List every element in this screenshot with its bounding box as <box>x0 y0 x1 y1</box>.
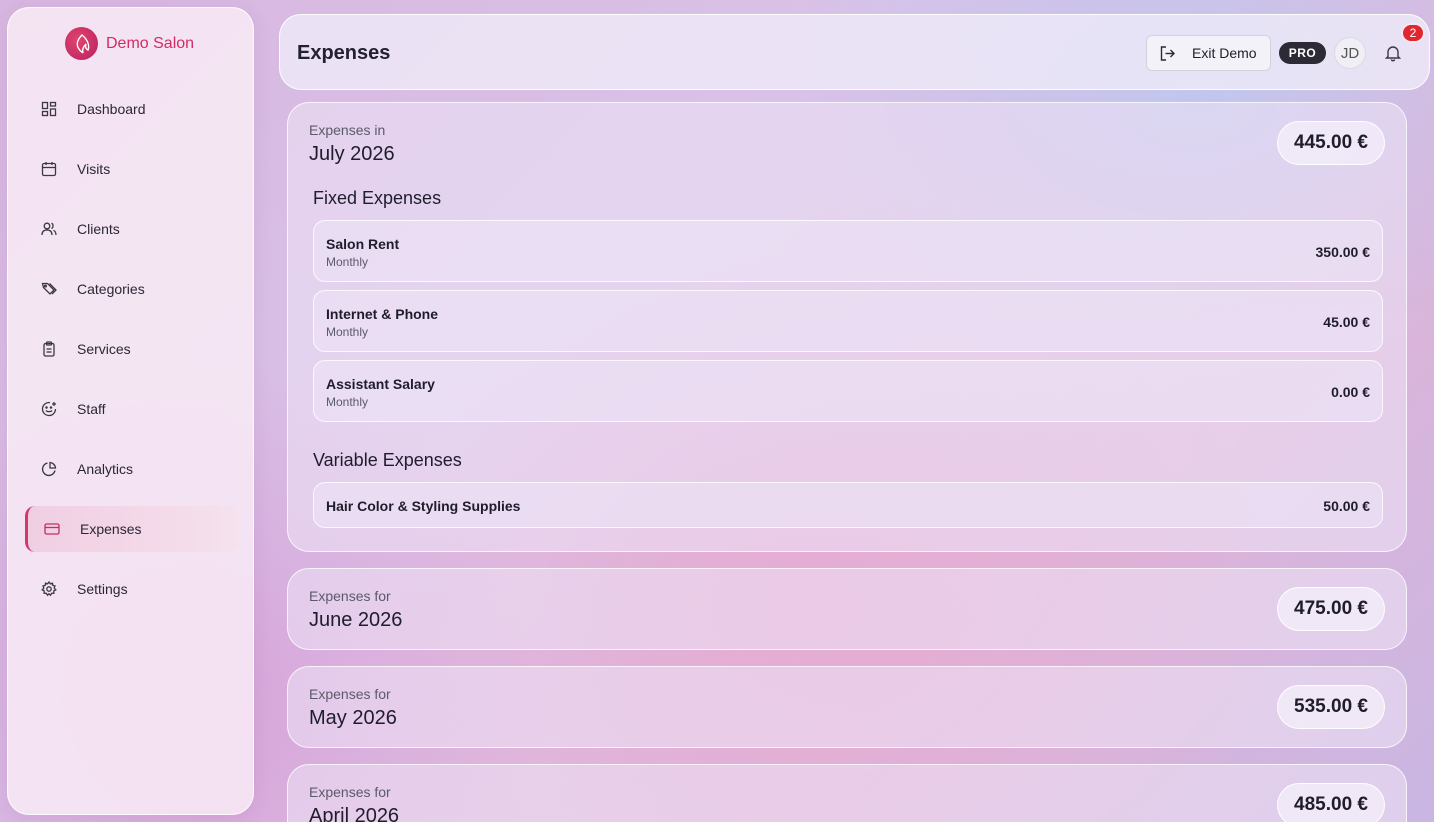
sidebar: Demo Salon Dashboard Visits Clients Cate… <box>7 7 254 815</box>
expense-row[interactable]: Salon Rent Monthly 350.00 € <box>313 220 1383 282</box>
gear-icon <box>41 581 57 597</box>
month-total: 475.00 € <box>1277 587 1385 631</box>
sidebar-item-label: Staff <box>77 401 106 417</box>
sidebar-nav: Dashboard Visits Clients Categories Serv… <box>25 86 237 626</box>
sidebar-item-dashboard[interactable]: Dashboard <box>25 86 237 132</box>
notifications-bell-icon[interactable] <box>1384 44 1402 62</box>
plan-badge: PRO <box>1279 42 1326 64</box>
sidebar-item-settings[interactable]: Settings <box>25 566 237 612</box>
tags-icon <box>41 281 57 297</box>
calendar-icon <box>41 161 57 177</box>
month-label: Expenses for <box>309 784 391 800</box>
dashboard-icon <box>41 101 57 117</box>
clipboard-icon <box>41 341 57 357</box>
smile-plus-icon <box>41 401 57 417</box>
sidebar-item-clients[interactable]: Clients <box>25 206 237 252</box>
salon-logo-icon <box>65 27 98 60</box>
sidebar-item-label: Dashboard <box>77 101 146 117</box>
brand-name: Demo Salon <box>106 34 195 52</box>
sidebar-item-label: Expenses <box>80 521 142 537</box>
month-label: Expenses for <box>309 686 391 702</box>
month-label: Expenses for <box>309 588 391 604</box>
sidebar-item-label: Services <box>77 341 131 357</box>
expense-name: Assistant Salary <box>326 376 435 392</box>
sidebar-item-visits[interactable]: Visits <box>25 146 237 192</box>
expense-name: Salon Rent <box>326 236 400 252</box>
sidebar-item-label: Clients <box>77 221 120 237</box>
sidebar-item-analytics[interactable]: Analytics <box>25 446 237 492</box>
current-month-card: Expenses in July 2026 445.00 € Fixed Exp… <box>287 102 1407 552</box>
sidebar-item-expenses[interactable]: Expenses <box>25 506 237 552</box>
month-title: April 2026 <box>309 805 400 822</box>
expense-row[interactable]: Assistant Salary Monthly 0.00 € <box>313 360 1383 422</box>
past-month-card[interactable]: Expenses for May 2026 535.00 € <box>287 666 1407 748</box>
pie-chart-icon <box>41 461 57 477</box>
expense-frequency: Monthly <box>326 325 369 339</box>
month-label: Expenses in <box>309 122 386 138</box>
expense-frequency: Monthly <box>326 395 369 409</box>
notification-count-badge: 2 <box>1401 23 1425 43</box>
brand[interactable]: Demo Salon <box>65 27 194 60</box>
expense-amount: 350.00 € <box>1315 244 1371 260</box>
users-icon <box>41 221 57 237</box>
top-bar: Expenses Exit Demo PRO JD 2 <box>279 14 1430 90</box>
month-total: 445.00 € <box>1277 121 1385 165</box>
credit-card-icon <box>44 521 60 537</box>
avatar[interactable]: JD <box>1334 37 1366 69</box>
expense-amount: 50.00 € <box>1323 498 1370 514</box>
past-month-card[interactable]: Expenses for June 2026 475.00 € <box>287 568 1407 650</box>
sidebar-item-label: Settings <box>77 581 128 597</box>
variable-expenses-heading: Variable Expenses <box>313 450 462 470</box>
sidebar-item-services[interactable]: Services <box>25 326 237 372</box>
expense-frequency: Monthly <box>326 255 369 269</box>
sidebar-item-categories[interactable]: Categories <box>25 266 237 312</box>
past-month-card[interactable]: Expenses for April 2026 485.00 € <box>287 764 1407 822</box>
expense-amount: 45.00 € <box>1323 314 1370 330</box>
month-title: May 2026 <box>309 707 397 729</box>
month-title: June 2026 <box>309 609 403 631</box>
expense-amount: 0.00 € <box>1331 384 1370 400</box>
exit-demo-label: Exit Demo <box>1192 45 1257 61</box>
expense-row[interactable]: Internet & Phone Monthly 45.00 € <box>313 290 1383 352</box>
month-total: 485.00 € <box>1277 783 1385 822</box>
exit-demo-button[interactable]: Exit Demo <box>1146 35 1271 71</box>
logout-icon <box>1159 45 1176 62</box>
sidebar-item-staff[interactable]: Staff <box>25 386 237 432</box>
sidebar-item-label: Categories <box>77 281 145 297</box>
page-title: Expenses <box>297 42 391 64</box>
sidebar-item-label: Analytics <box>77 461 134 477</box>
sidebar-item-label: Visits <box>77 161 111 177</box>
expense-name: Internet & Phone <box>326 306 439 322</box>
month-title: July 2026 <box>309 143 395 165</box>
fixed-expenses-heading: Fixed Expenses <box>313 188 442 208</box>
expense-name: Hair Color & Styling Supplies <box>326 498 521 514</box>
month-total: 535.00 € <box>1277 685 1385 729</box>
expense-row[interactable]: Hair Color & Styling Supplies 50.00 € <box>313 482 1383 528</box>
